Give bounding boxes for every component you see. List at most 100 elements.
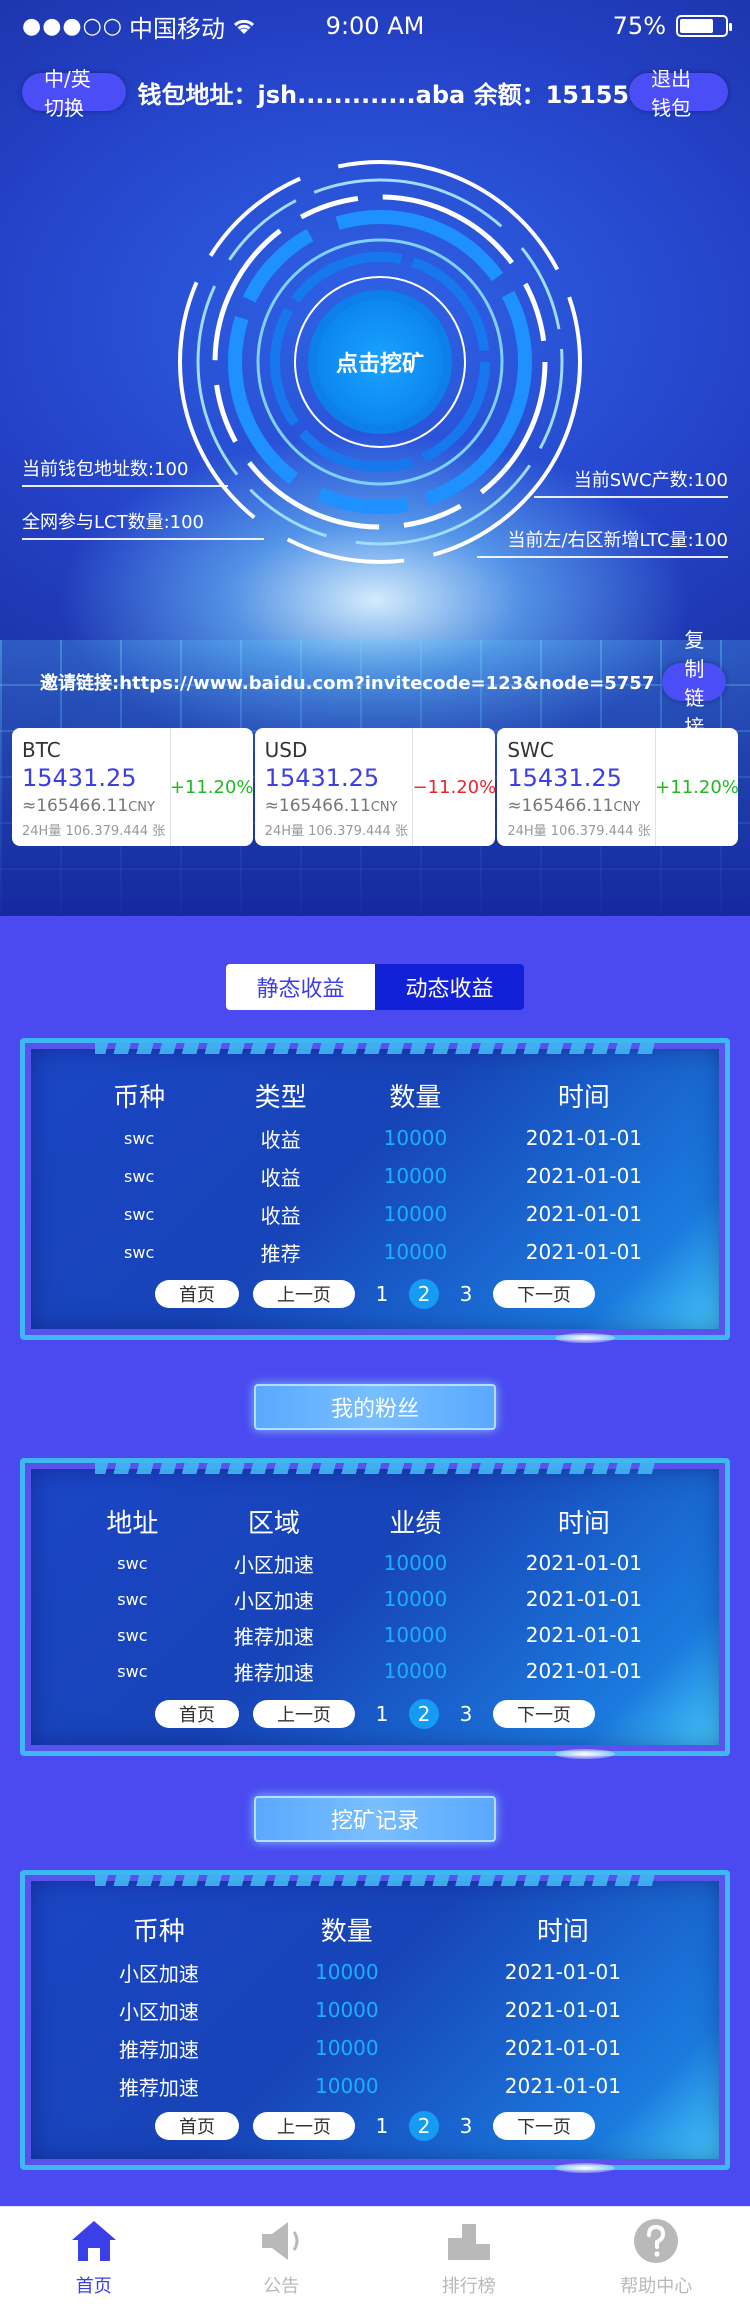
column-header: 时间	[557, 1508, 610, 1539]
ticker-cny-unit: CNY	[370, 800, 398, 815]
first-page-button[interactable]: 首页	[155, 1280, 239, 1308]
invite-link[interactable]: 邀请链接:https://www.baidu.com?invitecode=12…	[40, 669, 654, 695]
table-cell: 2021-01-01	[504, 1998, 621, 2022]
first-page-button[interactable]: 首页	[155, 2112, 239, 2140]
wallet-count-stat: 当前钱包地址数:100	[22, 455, 229, 487]
ticker-card[interactable]: BTC 15431.25 ≈165466.11CNY 24H量 106.379.…	[12, 728, 253, 846]
column-header: 数量	[320, 1916, 373, 1947]
clock: 9:00 AM	[325, 12, 425, 40]
earnings-table: 币种 类型 数量 时间 swc 收益 10000 2021-01-01 swc …	[65, 1071, 685, 1271]
nav-leaderboard[interactable]: 排行榜	[375, 2207, 563, 2306]
tab-static-earnings[interactable]: 静态收益	[226, 964, 375, 1010]
table-row: swc 收益 10000 2021-01-01	[65, 1195, 685, 1233]
page-number[interactable]: 1	[369, 1282, 395, 1306]
mining-section-title: 挖矿记录	[254, 1796, 496, 1842]
column-header: 时间	[557, 1082, 610, 1113]
ticker-symbol: BTC	[22, 738, 61, 762]
page-number-current[interactable]: 2	[409, 1279, 439, 1309]
lct-participants-text: 全网参与LCT数量:100	[22, 512, 205, 533]
next-page-button[interactable]: 下一页	[493, 2112, 595, 2140]
mining-panel: 币种 数量 时间 小区加速 10000 2021-01-01 小区加速 1000…	[20, 1870, 730, 2173]
table-cell: swc	[117, 1625, 148, 1645]
next-page-button[interactable]: 下一页	[493, 1280, 595, 1308]
mining-ring: 点击挖矿	[170, 152, 590, 572]
table-cell: 10000	[383, 1202, 448, 1226]
tab-dynamic-earnings[interactable]: 动态收益	[375, 964, 524, 1010]
table-cell: 推荐加速	[233, 1660, 314, 1685]
table-cell: swc	[124, 1204, 155, 1224]
prev-page-button[interactable]: 上一页	[253, 1280, 355, 1308]
lct-participants-stat: 全网参与LCT数量:100	[22, 508, 265, 540]
battery-icon	[676, 15, 732, 37]
table-cell: 2021-01-01	[525, 1587, 643, 1611]
column-header: 业绩	[389, 1508, 442, 1539]
swc-output-text: 当前SWC产数:100	[573, 470, 728, 491]
nav-label: 首页	[75, 2275, 112, 2297]
table-row: 推荐加速 10000 2021-01-01	[65, 2067, 685, 2105]
earnings-tabs: 静态收益 动态收益	[226, 964, 524, 1010]
table-row: swc 推荐加速 10000 2021-01-01	[65, 1617, 685, 1653]
panel-frame-decoration	[95, 1458, 655, 1474]
megaphone-icon	[262, 2221, 299, 2260]
first-page-button[interactable]: 首页	[155, 1700, 239, 1728]
ticker-change: +11.20%	[655, 776, 739, 798]
ticker-cny: ≈165466.11	[264, 796, 371, 816]
home-icon	[71, 2220, 116, 2261]
ticker-cny: ≈165466.11	[507, 796, 614, 816]
panel-frame-decoration	[95, 1038, 655, 1054]
swc-output-stat: 当前SWC产数:100	[533, 466, 728, 498]
page-number-current[interactable]: 2	[409, 1699, 439, 1729]
page-number-current[interactable]: 2	[409, 2111, 439, 2141]
table-cell: swc	[117, 1661, 148, 1681]
prev-page-button[interactable]: 上一页	[253, 1700, 355, 1728]
table-cell: 2021-01-01	[525, 1659, 643, 1683]
table-cell: 2021-01-01	[525, 1126, 643, 1150]
table-cell: 10000	[383, 1551, 448, 1575]
ticker-card[interactable]: USD 15431.25 ≈165466.11CNY 24H量 106.379.…	[254, 728, 496, 846]
table-cell: 10000	[315, 1998, 379, 2022]
mine-button[interactable]: 点击挖矿	[317, 299, 443, 425]
nav-label: 排行榜	[441, 2275, 496, 2297]
ticker-list: BTC 15431.25 ≈165466.11CNY 24H量 106.379.…	[12, 728, 739, 846]
page-number[interactable]: 1	[369, 1702, 395, 1726]
table-cell: 小区加速	[233, 1552, 314, 1577]
pagination: 首页 上一页 1 2 3 下一页	[25, 1699, 725, 1729]
page-number[interactable]: 3	[453, 2114, 479, 2138]
table-cell: 推荐加速	[118, 2037, 199, 2062]
column-header: 数量	[389, 1082, 442, 1113]
copy-link-button[interactable]: 复制链接	[662, 628, 727, 739]
logout-button[interactable]: 退出钱包	[629, 67, 728, 120]
table-row: swc 收益 10000 2021-01-01	[65, 1119, 685, 1157]
table-cell: swc	[124, 1166, 155, 1186]
ticker-cny-unit: CNY	[613, 800, 641, 815]
column-header: 币种	[132, 1916, 185, 1947]
table-cell: 10000	[383, 1164, 448, 1188]
table-header: 币种 类型 数量 时间	[65, 1071, 685, 1119]
ticker-card[interactable]: SWC 15431.25 ≈165466.11CNY 24H量 106.379.…	[497, 728, 739, 846]
column-header: 地址	[106, 1508, 159, 1539]
ticker-cny: ≈165466.11	[22, 796, 129, 816]
nav-help-center[interactable]: 帮助中心	[563, 2207, 750, 2306]
table-cell: 收益	[260, 1165, 301, 1190]
nav-label: 公告	[263, 2275, 300, 2297]
nav-home[interactable]: 首页	[0, 2207, 188, 2306]
nav-announcements[interactable]: 公告	[188, 2207, 376, 2306]
table-row: swc 小区加速 10000 2021-01-01	[65, 1581, 685, 1617]
table-cell: 10000	[383, 1623, 448, 1647]
table-row: swc 推荐 10000 2021-01-01	[65, 1233, 685, 1271]
bottom-navigation: 首页 公告 排行榜 帮助中心	[0, 2206, 750, 2306]
page-number[interactable]: 1	[369, 2114, 395, 2138]
page-number[interactable]: 3	[453, 1702, 479, 1726]
table-cell: 2021-01-01	[525, 1202, 643, 1226]
table-cell: 收益	[260, 1203, 301, 1228]
page-number[interactable]: 3	[453, 1282, 479, 1306]
status-bar: ●●●○○ 中国移动 9:00 AM 75%	[0, 0, 750, 52]
ticker-volume: 24H量 106.379.444 张	[507, 824, 651, 839]
table-cell: 10000	[383, 1126, 448, 1150]
column-header: 区域	[247, 1508, 300, 1539]
invite-link-row: 邀请链接:https://www.baidu.com?invitecode=12…	[40, 628, 727, 739]
prev-page-button[interactable]: 上一页	[253, 2112, 355, 2140]
table-cell: 小区加速	[118, 1999, 199, 2024]
next-page-button[interactable]: 下一页	[493, 1700, 595, 1728]
language-toggle-button[interactable]: 中/英切换	[22, 67, 126, 120]
